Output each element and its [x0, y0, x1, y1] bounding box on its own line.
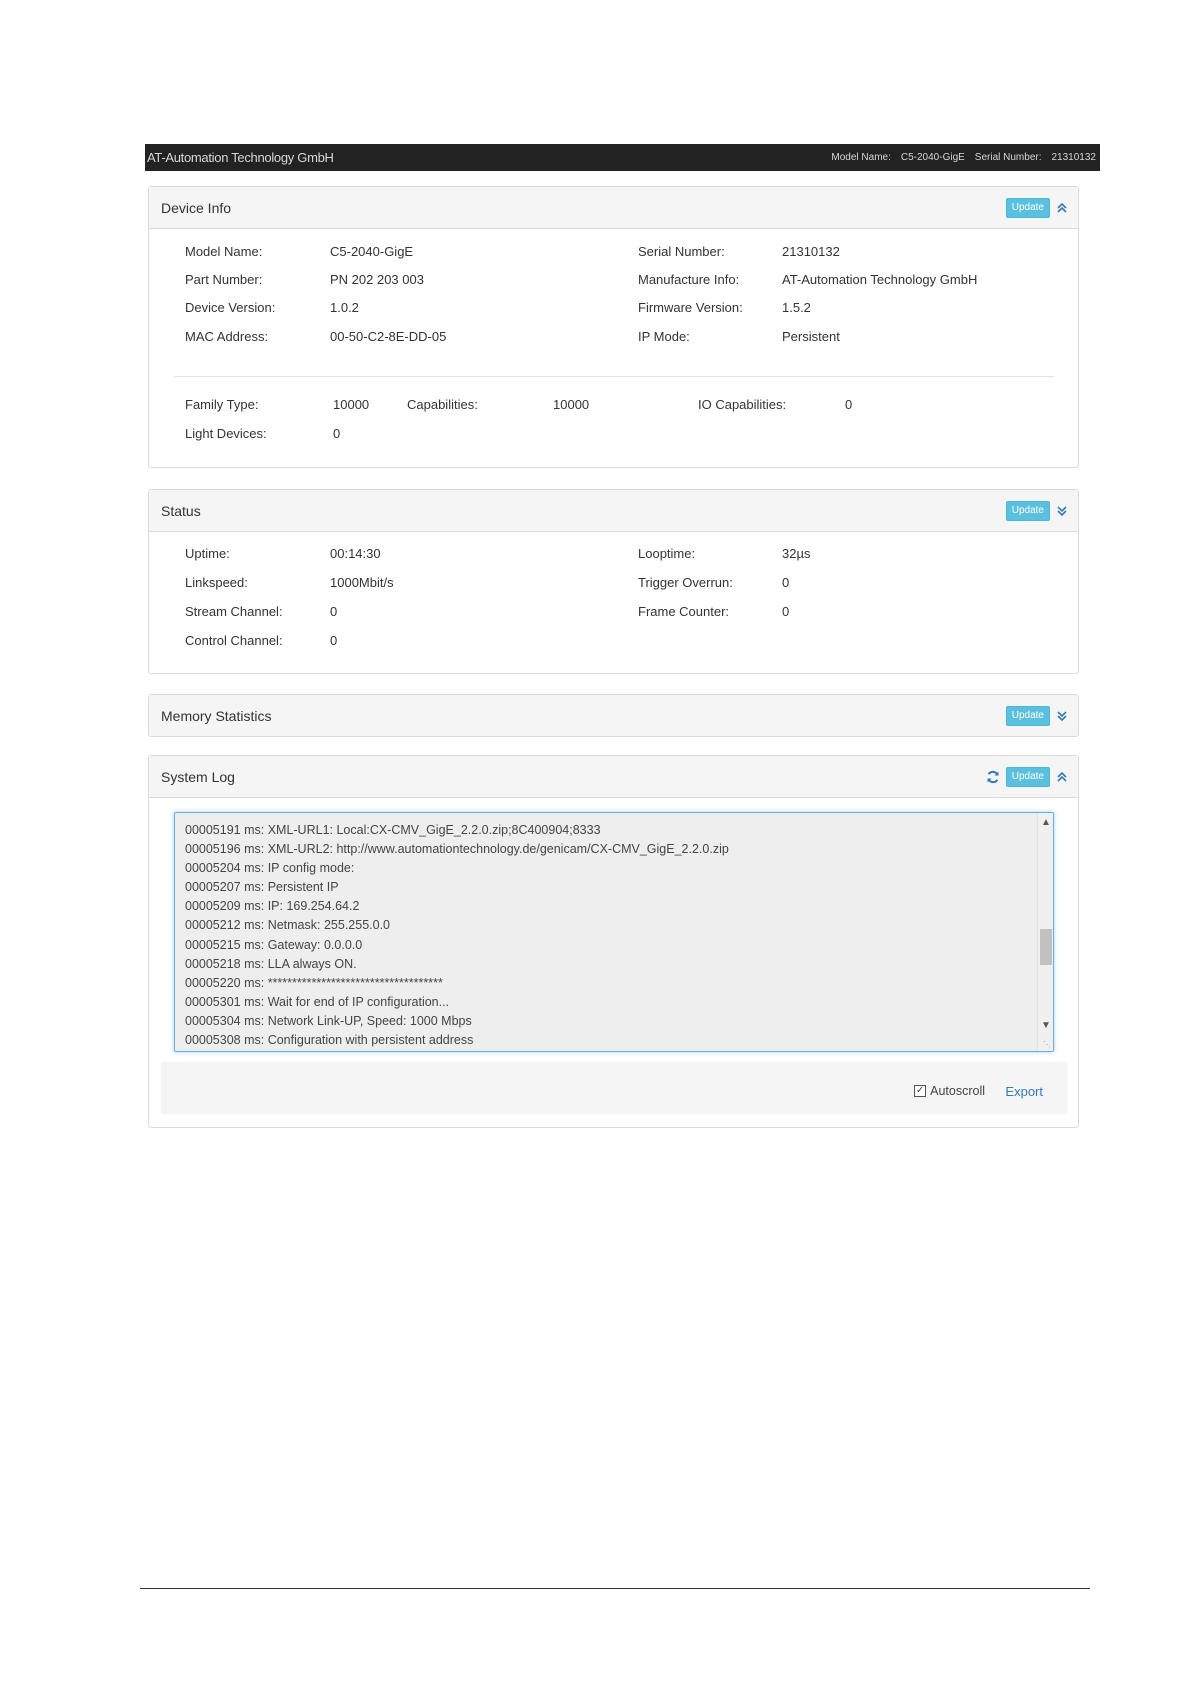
navbar-model-name-label: Model Name: [831, 152, 891, 163]
io-capabilities-value: 0 [845, 397, 853, 412]
log-line: 00005196 ms: XML-URL2: http://www.automa… [185, 842, 729, 857]
device-serial-number-label: Serial Number: [638, 244, 725, 259]
memory-statistics-update-button[interactable]: Update [1005, 705, 1050, 726]
autoscroll-checkbox[interactable]: ✓ Autoscroll [914, 1084, 985, 1098]
status-title: Status [161, 502, 201, 519]
checkbox-checked-icon[interactable]: ✓ [914, 1085, 927, 1097]
device-info-header[interactable]: Device Info Update [149, 187, 1078, 229]
stream-channel-label: Stream Channel: [185, 604, 283, 619]
device-part-number-label: Part Number: [185, 272, 263, 287]
device-info-panel: Device Info Update Model Name: C5-2040-G… [148, 186, 1079, 468]
frame-counter-label: Frame Counter: [638, 604, 730, 619]
log-line: 00005215 ms: Gateway: 0.0.0.0 [185, 937, 363, 952]
log-line: 00005304 ms: Network Link-UP, Speed: 100… [185, 1013, 472, 1028]
memory-statistics-header[interactable]: Memory Statistics Update [149, 695, 1078, 736]
device-mac-address-value: 00-50-C2-8E-DD-05 [330, 329, 447, 344]
capabilities-label: Capabilities: [407, 397, 478, 412]
device-ip-mode-value: Persistent [782, 329, 840, 344]
frame-counter-value: 0 [782, 604, 790, 619]
light-devices-value: 0 [333, 426, 341, 441]
log-line: 00005207 ms: Persistent IP [185, 880, 339, 895]
uptime-value: 00:14:30 [330, 546, 381, 561]
scroll-down-arrow-icon[interactable]: ▼ [1038, 1019, 1053, 1033]
navbar-serial-label: Serial Number: [974, 152, 1042, 163]
family-type-value: 10000 [333, 397, 370, 412]
looptime-label: Looptime: [638, 546, 696, 561]
system-log-panel: System Log Update 00005191 ms: XML-URL1:… [148, 755, 1079, 1128]
log-line: 00005209 ms: IP: 169.254.64.2 [185, 899, 360, 914]
memory-statistics-panel: Memory Statistics Update [148, 694, 1079, 737]
uptime-label: Uptime: [185, 546, 230, 561]
device-firmware-version-value: 1.5.2 [782, 300, 811, 315]
control-channel-label: Control Channel: [185, 633, 283, 648]
control-channel-value: 0 [330, 633, 338, 648]
chevron-double-up-icon[interactable] [1056, 770, 1068, 784]
navbar-device-summary: Model Name: C5-2040-GigE Serial Number: … [831, 152, 1096, 163]
system-log-header[interactable]: System Log Update [149, 756, 1078, 798]
device-model-name-value: C5-2040-GigE [330, 244, 414, 259]
resize-grip-icon[interactable]: ⋱ [1043, 1041, 1051, 1049]
log-scrollbar[interactable]: ▲ ▼ [1037, 813, 1053, 1051]
top-navbar: AT-Automation Technology GmbH Model Name… [145, 144, 1100, 171]
refresh-icon[interactable] [986, 770, 1000, 784]
linkspeed-label: Linkspeed: [185, 575, 248, 590]
log-line: 00005191 ms: XML-URL1: Local:CX-CMV_GigE… [185, 823, 601, 837]
device-info-title: Device Info [161, 199, 232, 216]
device-ip-mode-label: IP Mode: [638, 329, 690, 344]
brand-title: AT-Automation Technology GmbH [147, 150, 334, 165]
stream-channel-value: 0 [330, 604, 338, 619]
status-update-button[interactable]: Update [1005, 500, 1050, 521]
scroll-up-arrow-icon[interactable]: ▲ [1038, 816, 1053, 830]
chevron-double-up-icon[interactable] [1056, 201, 1068, 215]
log-line: 00005301 ms: Wait for end of IP configur… [185, 994, 450, 1009]
log-line: 00005212 ms: Netmask: 255.255.0.0 [185, 918, 390, 933]
device-version-label: Device Version: [185, 300, 276, 315]
log-line: 00005218 ms: LLA always ON. [185, 956, 357, 971]
log-line: 00005308 ms: Configuration with persiste… [185, 1033, 474, 1048]
export-link[interactable]: Export [1005, 1084, 1043, 1099]
memory-statistics-title: Memory Statistics [161, 707, 272, 724]
io-capabilities-label: IO Capabilities: [698, 397, 787, 412]
chevron-double-down-icon[interactable] [1056, 504, 1068, 518]
system-log-footer: ✓ Autoscroll Export [161, 1062, 1067, 1114]
device-serial-number-value: 21310132 [782, 244, 840, 259]
log-line: 00005204 ms: IP config mode: [185, 861, 355, 876]
system-log-update-button[interactable]: Update [1005, 766, 1050, 787]
status-panel: Status Update Uptime: 00:14:30 Linkspeed… [148, 489, 1079, 674]
capabilities-value: 10000 [553, 397, 590, 412]
device-version-value: 1.0.2 [330, 300, 359, 315]
status-header[interactable]: Status Update [149, 490, 1078, 532]
linkspeed-value: 1000Mbit/s [330, 575, 394, 590]
light-devices-label: Light Devices: [185, 426, 267, 441]
navbar-model-name-value: C5-2040-GigE [900, 152, 965, 163]
navbar-serial-value: 21310132 [1051, 152, 1097, 163]
device-part-number-value: PN 202 203 003 [330, 272, 424, 287]
autoscroll-label: Autoscroll [930, 1084, 985, 1098]
device-info-divider [174, 376, 1054, 377]
family-type-label: Family Type: [185, 397, 259, 412]
device-info-update-button[interactable]: Update [1005, 197, 1050, 218]
trigger-overrun-label: Trigger Overrun: [638, 575, 733, 590]
log-line: 00005220 ms: ***************************… [185, 975, 443, 990]
log-lines: 00005191 ms: XML-URL1: Local:CX-CMV_GigE… [185, 821, 729, 1050]
page-footer-rule [140, 1588, 1090, 1589]
device-firmware-version-label: Firmware Version: [638, 300, 743, 315]
chevron-double-down-icon[interactable] [1056, 709, 1068, 723]
trigger-overrun-value: 0 [782, 575, 790, 590]
device-model-name-label: Model Name: [185, 244, 263, 259]
system-log-title: System Log [161, 768, 235, 785]
system-log-textarea[interactable]: 00005191 ms: XML-URL1: Local:CX-CMV_GigE… [174, 812, 1054, 1052]
looptime-value: 32µs [782, 546, 811, 561]
device-manufacture-info-label: Manufacture Info: [638, 272, 740, 287]
device-mac-address-label: MAC Address: [185, 329, 269, 344]
device-manufacture-info-value: AT-Automation Technology GmbH [782, 272, 978, 287]
log-scroll-thumb[interactable] [1040, 929, 1052, 965]
